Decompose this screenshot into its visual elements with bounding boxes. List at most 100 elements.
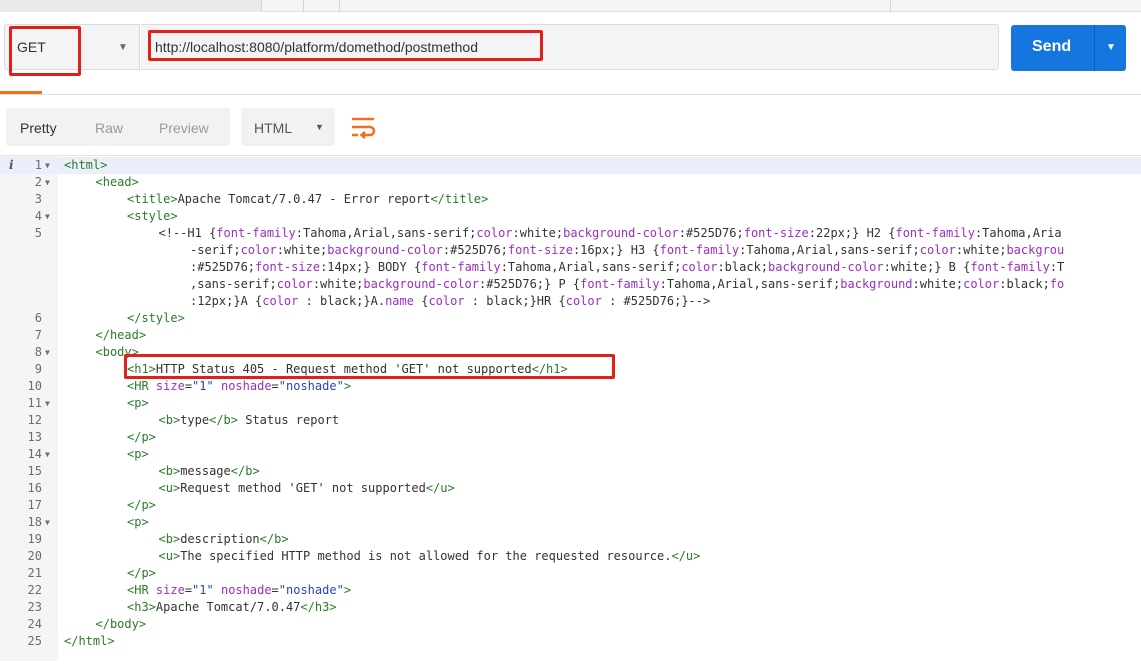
code-token: font-size: [743, 226, 809, 240]
code-token: </p>: [127, 498, 156, 512]
code-line: 20 <u>The specified HTTP method is not al…: [0, 548, 1141, 565]
code-token: :#525D76;: [190, 260, 256, 274]
tab-pretty[interactable]: Pretty: [20, 120, 57, 136]
code-token: background-color: [768, 260, 884, 274]
code-token: message: [180, 464, 231, 478]
code-token: "1": [192, 583, 214, 597]
code-token: :white;} B {: [883, 260, 971, 274]
code-token: :black;: [717, 260, 769, 274]
code-token: size: [155, 583, 185, 597]
code-text: <HR size="1" noshade="noshade">: [127, 582, 351, 599]
fold-toggle-icon[interactable]: ▼: [45, 344, 50, 361]
code-token: <h1>: [127, 362, 156, 376]
line-number: 18: [27, 515, 42, 529]
code-text: :#525D76;font-size:14px;} BODY {font-fam…: [190, 259, 1064, 276]
code-token: :Tahoma,Arial,sans-serif;: [500, 260, 682, 274]
code-token: >: [343, 379, 352, 393]
request-tab[interactable]: [0, 0, 262, 12]
code-text: <p>: [127, 514, 149, 531]
tab-secondary[interactable]: [268, 0, 304, 12]
code-token: noshade: [220, 583, 272, 597]
code-text: <h1>HTTP Status 405 - Request method 'GE…: [127, 361, 568, 378]
code-token: size: [155, 379, 185, 393]
line-number: 9: [34, 362, 42, 376]
section-divider: [0, 94, 1141, 95]
line-number: 23: [27, 600, 42, 614]
http-method-select[interactable]: GET ▼: [4, 24, 140, 70]
code-token: noshade: [220, 379, 272, 393]
code-line: 15 <b>message</b>: [0, 463, 1141, 480]
code-line: :12px;}A {color : black;}A.name {color :…: [0, 293, 1141, 310]
fold-toggle-icon[interactable]: ▼: [45, 174, 50, 191]
code-token: "noshade": [278, 379, 344, 393]
chevron-down-icon[interactable]: ▼: [1106, 42, 1116, 53]
line-number: 20: [27, 549, 42, 563]
code-token: </b>: [209, 413, 238, 427]
code-token: : black;}A.: [298, 294, 386, 308]
code-token: </style>: [127, 311, 185, 325]
code-line: 23 <h3>Apache Tomcat/7.0.47</h3>: [0, 599, 1141, 616]
code-line: 18 ▼ <p>: [0, 514, 1141, 531]
fold-toggle-icon[interactable]: ▼: [45, 514, 50, 531]
code-token: </body>: [95, 617, 147, 631]
code-token: backgrou: [1006, 243, 1065, 257]
code-text: <head>: [96, 174, 139, 191]
code-line: 11 ▼ <p>: [0, 395, 1141, 412]
code-token: :white;: [955, 243, 1007, 257]
code-line: 13 </p>: [0, 429, 1141, 446]
code-token: Status report: [238, 413, 340, 427]
fold-toggle-icon[interactable]: ▼: [45, 395, 50, 412]
request-url-input[interactable]: http://localhost:8080/platform/domethod/…: [141, 24, 999, 70]
code-token: color: [262, 294, 299, 308]
code-line: 22 <HR size="1" noshade="noshade">: [0, 582, 1141, 599]
chevron-down-icon: ▼: [315, 122, 324, 132]
tab-secondary[interactable]: [308, 0, 340, 12]
code-token: <style>: [127, 209, 178, 223]
tab-raw[interactable]: Raw: [95, 120, 123, 136]
code-token: :white;: [312, 277, 364, 291]
response-format-select[interactable]: HTML ▼: [241, 108, 335, 146]
code-token: name: [385, 294, 414, 308]
code-token: color: [681, 260, 718, 274]
fold-toggle-icon[interactable]: ▼: [45, 157, 50, 174]
code-token: :white;: [512, 226, 564, 240]
code-token: <!--H1 {: [158, 226, 217, 240]
tab-preview[interactable]: Preview: [159, 120, 209, 136]
code-text: </style>: [127, 310, 185, 327]
code-line: 7 </head>: [0, 327, 1141, 344]
line-number: 13: [27, 430, 42, 444]
code-text: <b>description</b>: [159, 531, 289, 548]
code-token: Apache Tomcat/7.0.47 - Error report: [177, 192, 431, 206]
code-token: : black;}HR {: [464, 294, 566, 308]
code-token: </title>: [430, 192, 489, 206]
code-token: :white;: [912, 277, 964, 291]
code-line: 17 </p>: [0, 497, 1141, 514]
code-token: </b>: [259, 532, 289, 546]
code-text: </html>: [64, 633, 115, 650]
code-token: <HR: [127, 379, 156, 393]
line-number: 16: [27, 481, 42, 495]
fold-toggle-icon[interactable]: ▼: [45, 208, 50, 225]
code-line: 19 <b>description</b>: [0, 531, 1141, 548]
send-button[interactable]: Send ▼: [1011, 25, 1126, 71]
code-token: :black;: [999, 277, 1050, 291]
code-token: :22px;} H2 {: [808, 226, 896, 240]
wrap-lines-button[interactable]: [346, 110, 380, 144]
code-line: 12 <b>type</b> Status report: [0, 412, 1141, 429]
code-token: font-family: [580, 277, 660, 291]
fold-toggle-icon[interactable]: ▼: [45, 446, 50, 463]
code-token: <u>: [158, 481, 181, 495]
code-line: 1 ▼ <html>: [0, 157, 1141, 174]
code-token: :14px;} BODY {: [320, 260, 422, 274]
code-token: :Tahoma,Arial,sans-serif;: [295, 226, 477, 240]
code-token: <h3>: [127, 600, 156, 614]
line-number: 6: [34, 311, 42, 325]
code-line: 9 <h1>HTTP Status 405 - Request method 'G…: [0, 361, 1141, 378]
line-number: 4: [34, 209, 42, 223]
code-token: fo: [1049, 277, 1065, 291]
response-body-editor[interactable]: i 1 ▼ <html> 2 ▼ <head> 3 <title>Apache Tomcat/…: [0, 155, 1141, 661]
code-token: </html>: [64, 634, 115, 648]
code-token: </p>: [127, 566, 156, 580]
code-token: "1": [192, 379, 214, 393]
code-token: :T: [1049, 260, 1065, 274]
